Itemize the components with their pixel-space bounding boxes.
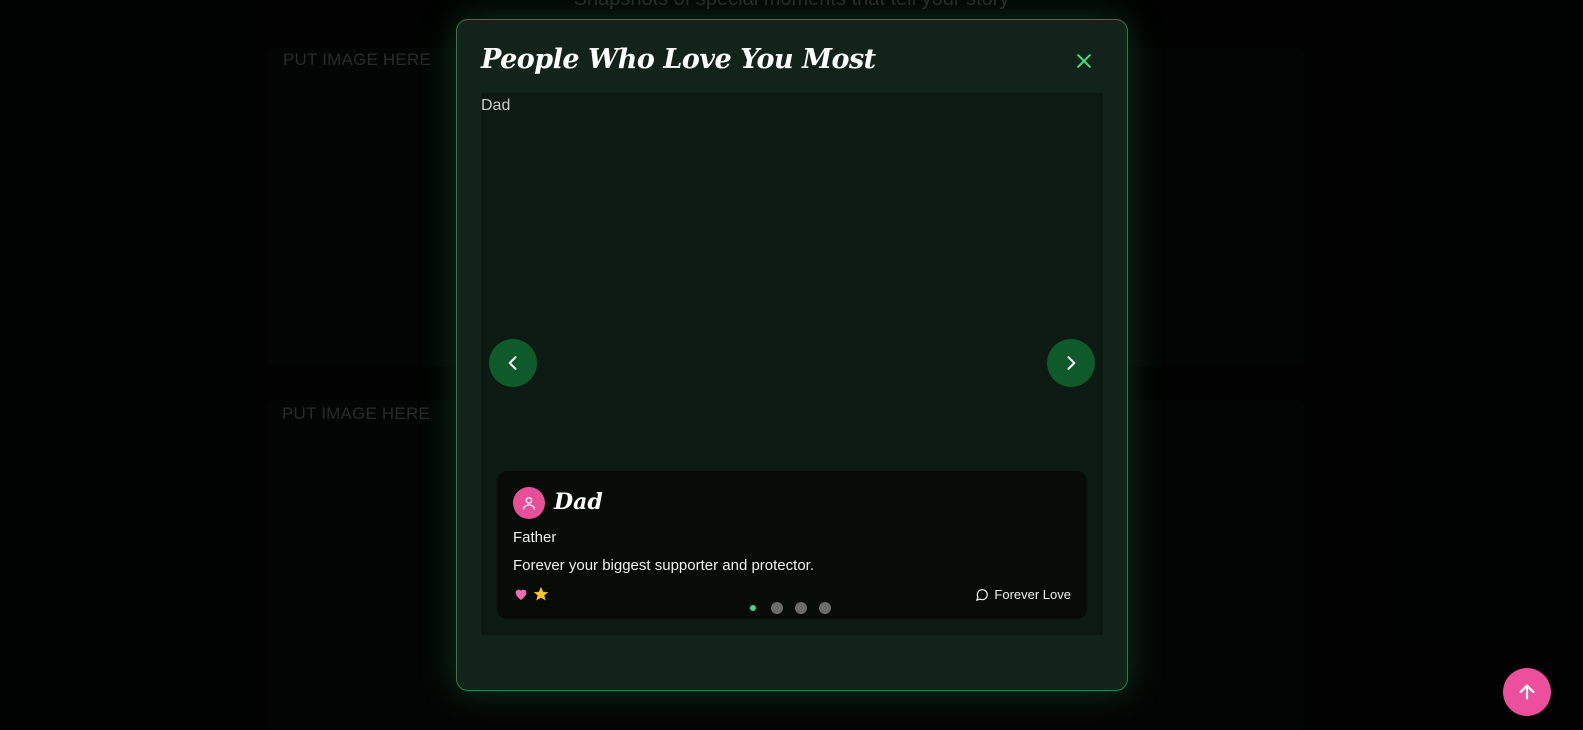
close-icon [1077,54,1091,68]
emoji-row [513,586,549,602]
person-relation: Father [513,529,557,546]
next-slide-button[interactable] [1047,339,1095,387]
forever-love-tag: Forever Love [975,587,1071,602]
carousel-dot[interactable] [819,602,831,614]
scroll-to-top-button[interactable] [1503,668,1551,716]
people-carousel: Dad Dad Father Forever your biggest supp… [481,93,1103,635]
heart-icon [513,586,529,602]
person-message: Forever your biggest supporter and prote… [513,557,814,574]
person-info-card: Dad Father Forever your biggest supporte… [497,471,1087,619]
star-icon [533,586,549,602]
carousel-dot[interactable] [771,602,783,614]
carousel-dot[interactable] [795,602,807,614]
chevron-right-icon [1067,356,1076,370]
close-button[interactable] [1071,48,1097,74]
user-icon [523,497,535,510]
message-circle-icon [976,588,989,601]
carousel-dots [747,602,831,614]
people-modal: People Who Love You Most Dad Dad Father … [456,19,1128,691]
tag-label: Forever Love [994,587,1071,602]
slide-image-alt: Dad [481,97,511,114]
modal-title: People Who Love You Most [481,44,876,75]
person-name: Dad [554,489,603,515]
arrow-up-icon [1519,684,1535,700]
avatar [513,487,545,519]
previous-slide-button[interactable] [489,339,537,387]
chevron-left-icon [508,356,517,370]
carousel-dot[interactable] [750,605,756,611]
